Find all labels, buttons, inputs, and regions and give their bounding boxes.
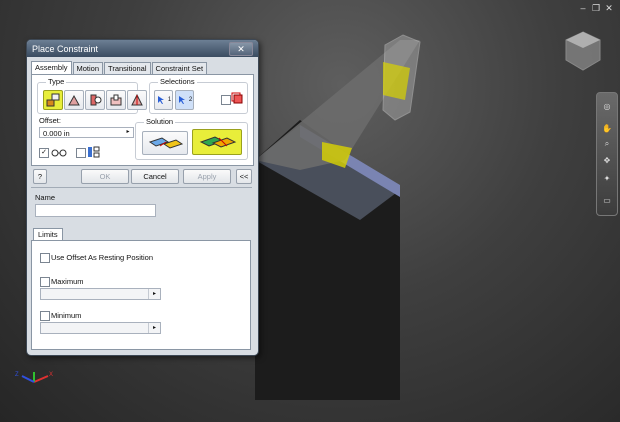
minimum-input[interactable]: ▸ <box>40 322 161 334</box>
offset-input[interactable]: 0.000 in ▸ <box>39 127 134 138</box>
minimum-dropdown-icon[interactable]: ▸ <box>148 323 160 333</box>
first-click-checkbox[interactable] <box>221 95 231 105</box>
type-label: Type <box>46 77 67 86</box>
selection-2-label: 2 <box>188 97 193 103</box>
navigation-bar: ◎ ✋ ⌕ ✥ ✦ ▭ <box>596 92 618 216</box>
glasses-preview-icon <box>51 149 67 157</box>
z-axis-label: Z <box>15 372 19 378</box>
flush-solution-icon[interactable] <box>192 129 242 155</box>
tangent-icon[interactable] <box>85 90 105 110</box>
offset-label: Offset: <box>39 116 61 125</box>
offset-value: 0.000 in <box>43 129 70 138</box>
tab-transitional[interactable]: Transitional <box>104 62 151 74</box>
name-field[interactable] <box>35 204 156 217</box>
help-button[interactable]: ? <box>33 169 47 184</box>
place-constraint-dialog: Place Constraint ✕ Assembly Motion Trans… <box>26 39 259 356</box>
pick-part-first-icon[interactable] <box>231 92 243 104</box>
predict-offset-icon <box>88 146 100 158</box>
dialog-close-button[interactable]: ✕ <box>229 42 253 56</box>
selection-2-button[interactable]: 2 <box>175 90 194 110</box>
assembly-tab-panel: Type Selections 1 2 Offset: 0.000 in ▸ ✓… <box>31 74 254 166</box>
minimum-label: Minimum <box>51 311 82 320</box>
mate-icon[interactable] <box>43 90 63 110</box>
selection-1-label: 1 <box>167 97 172 103</box>
axis-triad-icon: X Z <box>15 372 53 383</box>
x-axis-label: X <box>49 372 53 378</box>
close-window-button[interactable]: ✕ <box>604 3 614 13</box>
maximum-checkbox[interactable] <box>40 277 50 287</box>
dialog-divider <box>31 187 252 188</box>
angle-icon[interactable] <box>64 90 84 110</box>
maximum-label: Maximum <box>51 277 84 286</box>
offset-dropdown-icon[interactable]: ▸ <box>123 128 133 137</box>
orbit-icon[interactable]: ✥ <box>599 155 615 165</box>
tab-assembly[interactable]: Assembly <box>31 61 72 74</box>
steering-wheel-icon[interactable]: ◎ <box>599 101 615 111</box>
minimize-button[interactable]: – <box>578 3 588 13</box>
tab-constraint-set[interactable]: Constraint Set <box>151 62 208 74</box>
tab-motion[interactable]: Motion <box>72 62 104 74</box>
selection-1-button[interactable]: 1 <box>154 90 173 110</box>
name-label: Name <box>35 193 56 202</box>
minimum-checkbox[interactable] <box>40 311 50 321</box>
zoom-icon[interactable]: ⌕ <box>599 139 615 149</box>
pan-icon[interactable]: ✋ <box>599 123 615 133</box>
show-preview-checkbox[interactable]: ✓ <box>39 148 49 158</box>
mate-solution-icon[interactable] <box>142 131 188 155</box>
restore-button[interactable]: ❐ <box>591 3 601 13</box>
constraint-tabs: Assembly Motion Transitional Constraint … <box>31 61 208 74</box>
cancel-button[interactable]: Cancel <box>131 169 179 184</box>
arrow-1-icon <box>157 96 164 104</box>
viewcube-icon[interactable] <box>560 28 606 74</box>
maximum-dropdown-icon[interactable]: ▸ <box>148 289 160 299</box>
use-offset-label: Use Offset As Resting Position <box>51 253 153 262</box>
expand-collapse-button[interactable]: << <box>236 169 252 184</box>
use-offset-checkbox[interactable] <box>40 253 50 263</box>
customize-icon[interactable]: ▭ <box>599 195 615 205</box>
dialog-titlebar[interactable]: Place Constraint <box>27 40 258 57</box>
solution-label: Solution <box>144 117 176 126</box>
action-row: ? OK Cancel Apply << <box>31 169 254 185</box>
dialog-title: Place Constraint <box>32 43 99 54</box>
maximum-input[interactable]: ▸ <box>40 288 161 300</box>
symmetry-icon[interactable] <box>127 90 147 110</box>
look-at-icon[interactable]: ✦ <box>599 173 615 183</box>
arrow-2-icon <box>178 96 185 104</box>
insert-icon[interactable] <box>106 90 126 110</box>
apply-button[interactable]: Apply <box>183 169 231 184</box>
ok-button[interactable]: OK <box>81 169 129 184</box>
predict-offset-checkbox[interactable] <box>76 148 86 158</box>
selections-label: Selections <box>158 77 197 86</box>
window-controls: – ❐ ✕ <box>578 3 614 14</box>
limits-panel: Use Offset As Resting Position Maximum ▸… <box>31 240 251 350</box>
